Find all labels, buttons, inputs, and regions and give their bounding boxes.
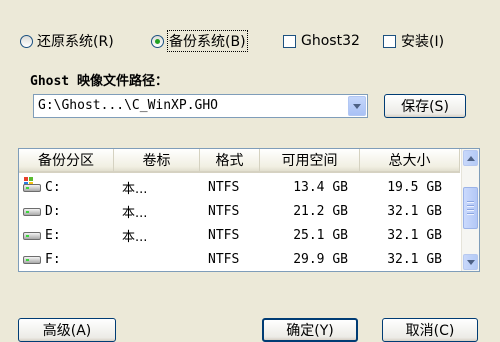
windows-drive-icon [23,176,43,194]
checkbox-box-ghost32[interactable] [283,34,296,48]
scroll-up-button[interactable] [463,150,478,166]
table-row[interactable]: C: 本... NTFS 13.4 GB 19.5 GB [19,175,460,199]
vertical-scrollbar[interactable] [461,149,479,271]
image-path-label: Ghost 映像文件路径： [30,74,168,89]
save-button[interactable]: 保存(S) [384,94,466,118]
cancel-button[interactable]: 取消(C) [382,318,478,342]
partition-cell: E: [19,223,114,247]
free-space-cell: 25.1 GB [293,227,348,243]
ok-button[interactable]: 确定(Y) [262,318,358,342]
hard-drive-icon [23,253,43,266]
hard-drive-icon [23,205,43,218]
advanced-button[interactable]: 高级(A) [18,318,116,342]
ghost32-checkbox-label: Ghost32 [301,33,360,49]
install-checkbox[interactable]: 安装(I) [383,31,444,51]
column-header-total[interactable]: 总大小 [360,149,460,171]
free-space-cell: 21.2 GB [293,203,348,219]
format-cell: NTFS [208,203,240,219]
format-cell: NTFS [208,227,240,243]
column-header-format[interactable]: 格式 [200,149,260,171]
partition-cell: D: [19,199,114,223]
format-cell: NTFS [208,251,240,267]
format-cell: NTFS [208,179,240,195]
volume-label: 本... [122,229,148,245]
ok-button-label: 确定(Y) [286,323,334,339]
column-header-partition[interactable]: 备份分区 [19,149,114,171]
partition-cell: C: [19,175,114,199]
cancel-button-label: 取消(C) [405,323,455,339]
partition-name: F: [45,251,61,267]
volume-label [114,247,200,271]
total-size-cell: 19.5 GB [387,179,442,195]
total-size-cell: 32.1 GB [387,227,442,243]
radio-circle-restore[interactable] [20,34,33,48]
backup-radio-label: 备份系统(B) [167,30,248,52]
total-size-cell: 32.1 GB [387,251,442,267]
free-space-cell: 13.4 GB [293,179,348,195]
checkbox-box-install[interactable] [383,34,396,48]
partition-cell: F: [19,247,114,271]
ghost32-checkbox[interactable]: Ghost32 [283,31,360,51]
restore-radio[interactable]: 还原系统(R) [20,31,114,51]
column-header-free[interactable]: 可用空间 [260,149,360,171]
chevron-up-icon [466,155,475,161]
save-button-label: 保存(S) [401,99,449,115]
partition-name: D: [45,203,61,219]
free-space-cell: 29.9 GB [293,251,348,267]
partition-name: C: [45,179,61,195]
image-path-value: G:\Ghost...\C_WinXP.GHO [38,98,219,113]
chevron-down-icon [466,259,475,265]
column-header-label[interactable]: 卷标 [114,149,200,171]
image-path-combobox[interactable]: G:\Ghost...\C_WinXP.GHO [33,94,368,118]
table-row[interactable]: E: 本... NTFS 25.1 GB 32.1 GB [19,223,460,247]
advanced-button-label: 高级(A) [42,323,92,339]
volume-label: 本... [122,205,148,221]
table-row[interactable]: F: NTFS 29.9 GB 32.1 GB [19,247,460,271]
dropdown-button[interactable] [348,96,366,116]
total-size-cell: 32.1 GB [387,203,442,219]
hard-drive-icon [23,229,43,242]
install-checkbox-label: 安装(I) [401,34,445,50]
scroll-thumb[interactable] [463,187,478,229]
restore-radio-label: 还原系统(R) [37,34,114,50]
chevron-down-icon [353,103,361,109]
partition-name: E: [45,227,61,243]
table-row[interactable]: D: 本... NTFS 21.2 GB 32.1 GB [19,199,460,223]
radio-circle-backup[interactable] [151,34,164,48]
scroll-down-button[interactable] [463,254,478,270]
partition-list[interactable]: 备份分区 卷标 格式 可用空间 总大小 C: 本... NTFS 13.4 GB… [18,148,480,272]
list-header: 备份分区 卷标 格式 可用空间 总大小 [19,149,460,173]
volume-label: 本... [122,181,148,197]
backup-radio[interactable]: 备份系统(B) [151,30,248,52]
